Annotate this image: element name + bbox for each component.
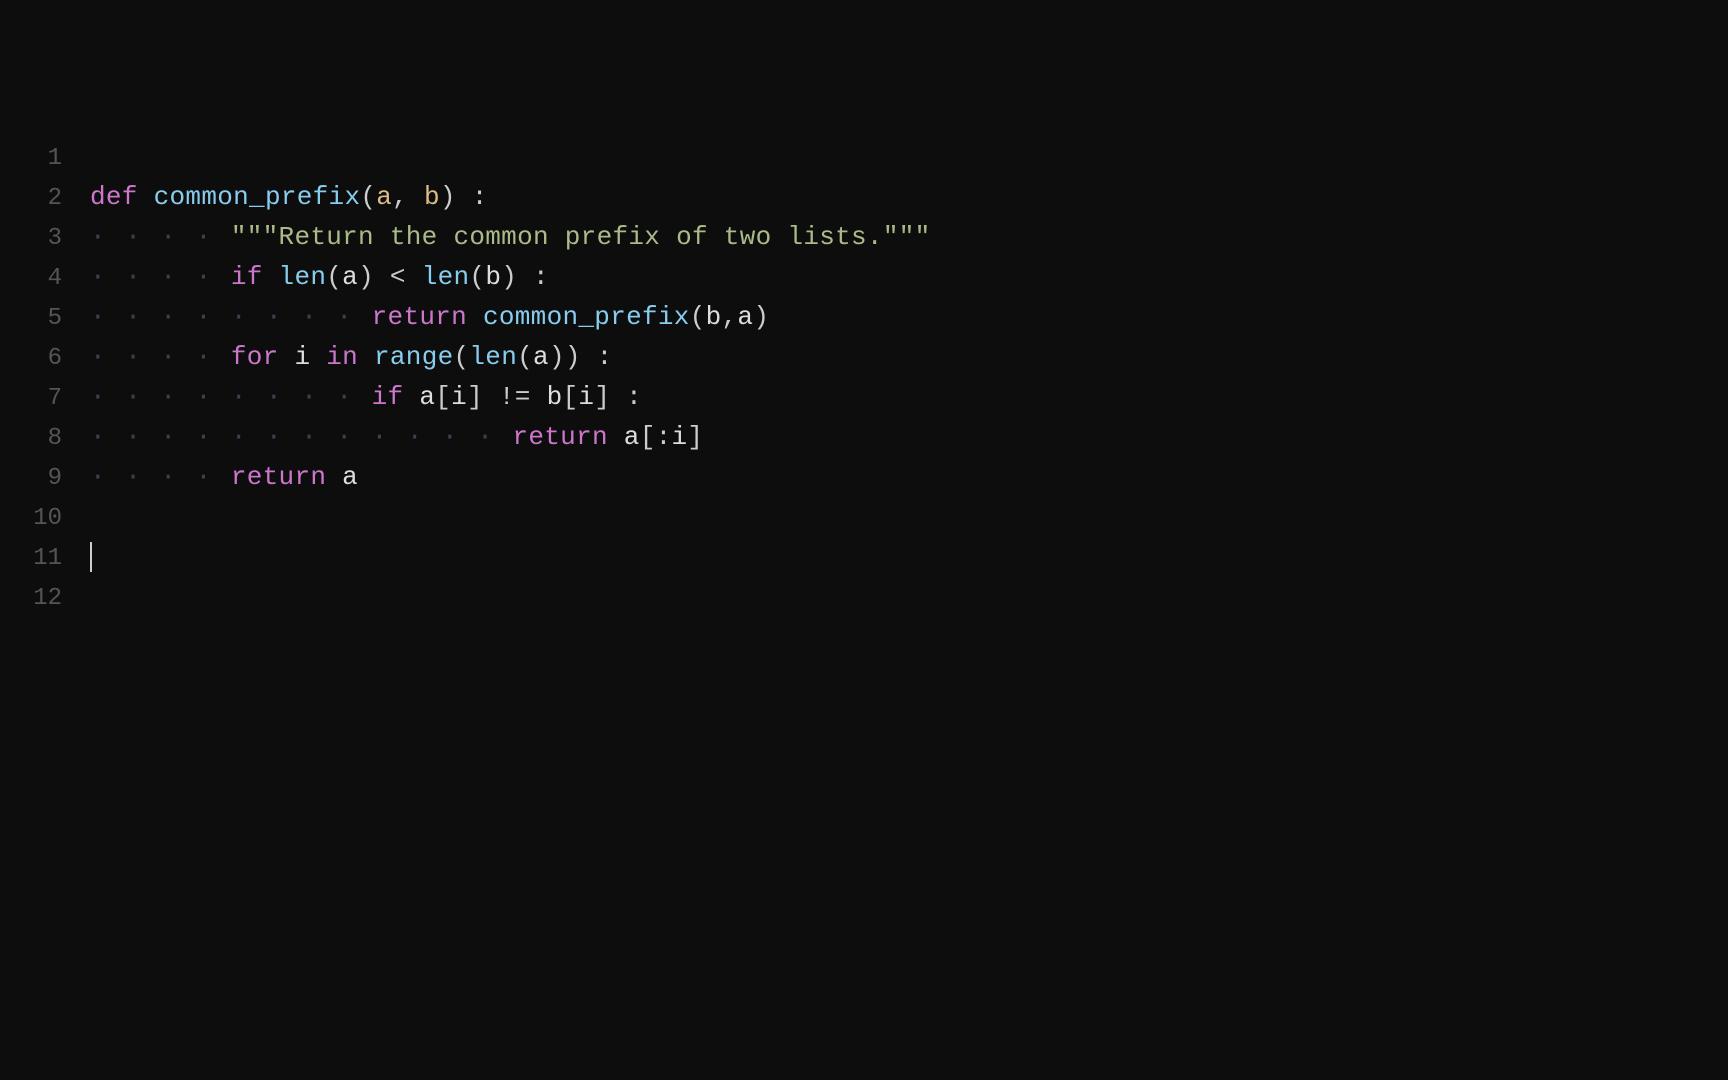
line-number: 7 — [0, 380, 90, 418]
line-content: · · · · · · · · · · · · return a[:i] — [90, 418, 1728, 456]
token-param: b — [424, 182, 440, 212]
token-punctuation: ( — [454, 342, 470, 372]
token-var: i — [451, 382, 467, 412]
line-content: · · · · return a — [90, 458, 1728, 496]
token-var: a — [737, 302, 753, 332]
line-content — [90, 578, 1728, 616]
line-number: 1 — [0, 140, 90, 178]
token-operator: != — [483, 382, 547, 412]
token-var: b — [547, 382, 563, 412]
token-punctuation: ] — [467, 382, 483, 412]
token-kw-def: def — [90, 182, 154, 212]
line-number: 4 — [0, 260, 90, 298]
line-content: · · · · """Return the common prefix of t… — [90, 218, 1728, 256]
token-var: i — [294, 342, 310, 372]
code-line: 10 — [0, 498, 1728, 538]
line-number: 5 — [0, 300, 90, 338]
line-number: 8 — [0, 420, 90, 458]
token-var: a — [342, 262, 358, 292]
code-line: 3· · · · """Return the common prefix of … — [0, 218, 1728, 258]
line-number: 11 — [0, 540, 90, 578]
token-punctuation: ] — [687, 422, 703, 452]
token-punctuation: [ — [435, 382, 451, 412]
token-kw-if: if — [231, 262, 279, 292]
token-var: i — [672, 422, 688, 452]
token-fn-name: common_prefix — [154, 182, 361, 212]
line-number: 10 — [0, 500, 90, 538]
token-punctuation: ] : — [594, 382, 642, 412]
token-builtin: len — [469, 342, 517, 372]
line-content: · · · · for i in range(len(a)) : — [90, 338, 1728, 376]
token-var: a — [533, 342, 549, 372]
code-line: 8· · · · · · · · · · · · return a[:i] — [0, 418, 1728, 458]
code-line: 5· · · · · · · · return common_prefix(b,… — [0, 298, 1728, 338]
token-punctuation: ( — [326, 262, 342, 292]
top-partial-line — [0, 100, 1728, 138]
token-kw-if: if — [372, 382, 420, 412]
token-var: a — [419, 382, 435, 412]
token-fn-name: common_prefix — [483, 302, 690, 332]
cursor — [90, 542, 92, 572]
line-content: · · · · · · · · if a[i] != b[i] : — [90, 378, 1728, 416]
code-line: 7· · · · · · · · if a[i] != b[i] : — [0, 378, 1728, 418]
line-content: · · · · if len(a) < len(b) : — [90, 258, 1728, 296]
line-content — [90, 138, 1728, 176]
token-punctuation: )) : — [549, 342, 613, 372]
line-number: 9 — [0, 460, 90, 498]
token-kw-for: for — [231, 342, 295, 372]
token-builtin: range — [374, 342, 454, 372]
token-var: i — [578, 382, 594, 412]
code-line: 4· · · · if len(a) < len(b) : — [0, 258, 1728, 298]
editor-container: 1 2def common_prefix(a, b) :3· · · · """… — [0, 0, 1728, 1080]
token-var: b — [706, 302, 722, 332]
code-line: 12 — [0, 578, 1728, 618]
token-punctuation: ( — [469, 262, 485, 292]
token-var: a — [342, 462, 358, 492]
token-punctuation: ( — [517, 342, 533, 372]
line-number: 6 — [0, 340, 90, 378]
code-line: 2def common_prefix(a, b) : — [0, 178, 1728, 218]
code-line: 9· · · · return a — [0, 458, 1728, 498]
token-punctuation: ) : — [440, 182, 488, 212]
token-var: b — [485, 262, 501, 292]
token-punctuation: [ — [563, 382, 579, 412]
line-number: 12 — [0, 580, 90, 618]
line-content — [90, 538, 1728, 576]
code-line: 11 — [0, 538, 1728, 578]
token-var: a — [624, 422, 640, 452]
line-content: · · · · · · · · return common_prefix(b,a… — [90, 298, 1728, 336]
token-punctuation: ) — [358, 262, 374, 292]
token-param: a — [376, 182, 392, 212]
token-kw-return: return — [372, 302, 483, 332]
token-operator: < — [374, 262, 422, 292]
token-kw-return: return — [512, 422, 623, 452]
line-content — [90, 498, 1728, 536]
code-line: 1 — [0, 138, 1728, 178]
token-punctuation: ) — [753, 302, 769, 332]
token-punctuation: , — [392, 182, 424, 212]
line-number: 3 — [0, 220, 90, 258]
token-builtin: len — [279, 262, 327, 292]
token-punctuation: ) : — [501, 262, 549, 292]
token-kw-return: return — [231, 462, 342, 492]
token-punctuation: ( — [360, 182, 376, 212]
token-kw-in: in — [310, 342, 374, 372]
token-comment-text: """Return the common prefix of two lists… — [231, 222, 931, 252]
code-area[interactable]: 1 2def common_prefix(a, b) :3· · · · """… — [0, 138, 1728, 1080]
code-line: 6· · · · for i in range(len(a)) : — [0, 338, 1728, 378]
token-punctuation: [: — [640, 422, 672, 452]
line-number: 2 — [0, 180, 90, 218]
line-content: def common_prefix(a, b) : — [90, 178, 1728, 216]
cursor-text — [94, 542, 110, 572]
token-builtin: len — [422, 262, 470, 292]
token-punctuation: , — [722, 302, 738, 332]
token-punctuation: ( — [690, 302, 706, 332]
